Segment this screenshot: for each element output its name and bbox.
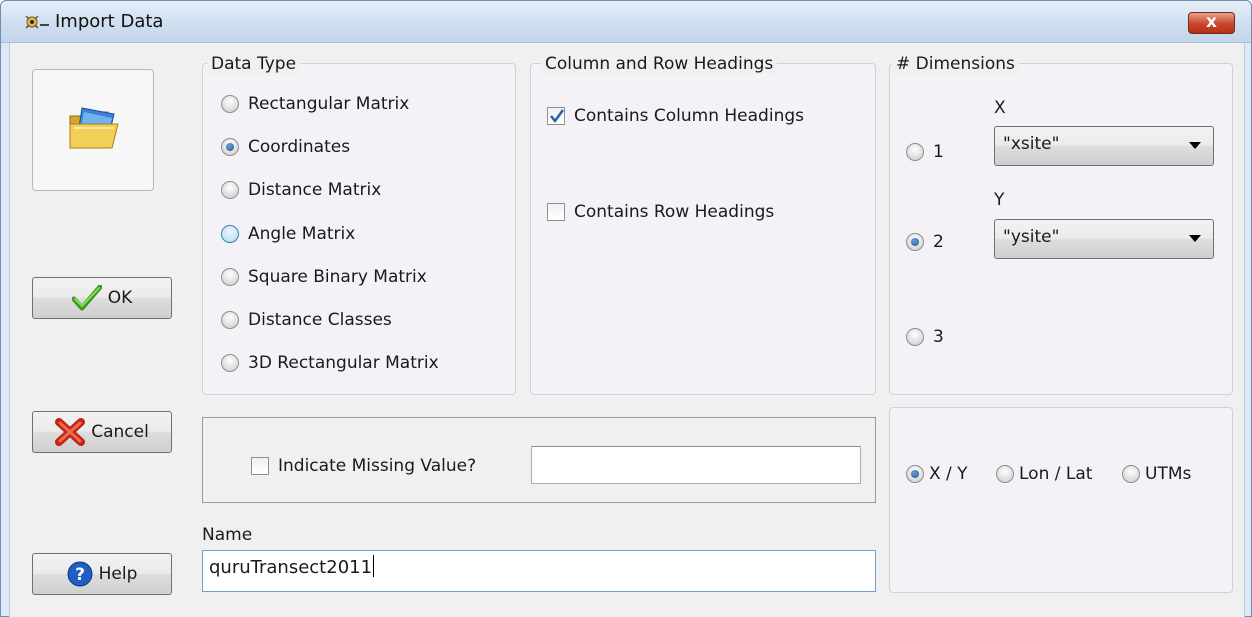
help-button[interactable]: ? Help bbox=[32, 553, 172, 595]
radio-label: 3 bbox=[933, 327, 944, 347]
missing-value-input[interactable] bbox=[531, 446, 861, 484]
radio-button[interactable] bbox=[221, 268, 239, 286]
radio-button[interactable] bbox=[221, 354, 239, 372]
folder-icon bbox=[68, 106, 122, 157]
dimensions-group: # Dimensions 1 2 3 X "xsite" Y "ysite" bbox=[889, 54, 1233, 395]
coordinate-system-group: X / Y Lon / Lat UTMs bbox=[889, 407, 1233, 593]
radio-square-binary-matrix[interactable]: Square Binary Matrix bbox=[221, 267, 427, 287]
cancel-button[interactable]: Cancel bbox=[32, 411, 172, 453]
radio-button[interactable] bbox=[906, 328, 924, 346]
radio-label: Angle Matrix bbox=[248, 224, 356, 244]
chevron-down-icon bbox=[1189, 235, 1201, 242]
radio-button[interactable] bbox=[221, 311, 239, 329]
checkbox[interactable] bbox=[547, 203, 565, 221]
checkmark-icon bbox=[550, 109, 565, 124]
missing-value-group: Indicate Missing Value? bbox=[202, 417, 876, 503]
import-data-window: Import Data x OK Cancel ? Help Data Type… bbox=[0, 0, 1252, 617]
select-value: "xsite" bbox=[1003, 134, 1060, 154]
radio-button[interactable] bbox=[1122, 465, 1140, 483]
open-file-button[interactable] bbox=[32, 69, 154, 191]
radio-label: Lon / Lat bbox=[1019, 464, 1093, 484]
y-label: Y bbox=[994, 190, 1005, 210]
name-label: Name bbox=[202, 525, 253, 545]
dialog-body: OK Cancel ? Help Data Type Rectangular M… bbox=[9, 43, 1245, 617]
radio-xy[interactable]: X / Y bbox=[906, 464, 968, 484]
checkmark-icon bbox=[71, 285, 102, 311]
radio-label: Rectangular Matrix bbox=[248, 94, 410, 114]
headings-group: Column and Row Headings Contains Column … bbox=[530, 54, 876, 395]
radio-label: UTMs bbox=[1145, 464, 1192, 484]
name-input[interactable]: quruTransect2011 bbox=[202, 550, 876, 592]
title-bar: Import Data x bbox=[1, 1, 1251, 43]
radio-label: 1 bbox=[933, 142, 944, 162]
name-input-value: quruTransect2011 bbox=[209, 557, 373, 578]
close-button[interactable]: x bbox=[1188, 12, 1235, 34]
indicate-missing-value-checkbox[interactable]: Indicate Missing Value? bbox=[251, 456, 476, 476]
radio-button[interactable] bbox=[996, 465, 1014, 483]
help-icon: ? bbox=[67, 561, 93, 587]
dimensions-legend: # Dimensions bbox=[892, 54, 1019, 74]
radio-label: Coordinates bbox=[248, 137, 351, 157]
x-column-select[interactable]: "xsite" bbox=[994, 126, 1214, 166]
data-type-group: Data Type Rectangular Matrix Coordinates… bbox=[202, 54, 516, 395]
contains-column-headings-checkbox[interactable]: Contains Column Headings bbox=[547, 106, 804, 126]
radio-label: 3D Rectangular Matrix bbox=[248, 353, 439, 373]
select-value: "ysite" bbox=[1003, 227, 1060, 247]
radio-coordinates[interactable]: Coordinates bbox=[221, 137, 350, 157]
radio-label: Distance Matrix bbox=[248, 180, 382, 200]
checkbox[interactable] bbox=[547, 107, 565, 125]
radio-label: Square Binary Matrix bbox=[248, 267, 427, 287]
checkbox[interactable] bbox=[251, 457, 269, 475]
radio-dimensions-3[interactable]: 3 bbox=[906, 327, 944, 347]
radio-button[interactable] bbox=[906, 143, 924, 161]
checkbox-label: Contains Row Headings bbox=[574, 202, 775, 222]
data-type-legend: Data Type bbox=[207, 54, 301, 74]
radio-button[interactable] bbox=[906, 233, 924, 251]
radio-angle-matrix[interactable]: Angle Matrix bbox=[221, 224, 355, 244]
app-icon bbox=[23, 12, 51, 32]
checkbox-label: Indicate Missing Value? bbox=[278, 456, 477, 476]
text-cursor bbox=[373, 555, 375, 577]
help-button-label: Help bbox=[98, 564, 138, 584]
close-icon: x bbox=[1206, 12, 1217, 32]
radio-button[interactable] bbox=[221, 225, 239, 243]
radio-utms[interactable]: UTMs bbox=[1122, 464, 1191, 484]
checkbox-label: Contains Column Headings bbox=[574, 106, 804, 126]
radio-button[interactable] bbox=[906, 465, 924, 483]
radio-distance-classes[interactable]: Distance Classes bbox=[221, 310, 392, 330]
y-column-select[interactable]: "ysite" bbox=[994, 219, 1214, 259]
radio-distance-matrix[interactable]: Distance Matrix bbox=[221, 180, 381, 200]
radio-label: Distance Classes bbox=[248, 310, 392, 330]
contains-row-headings-checkbox[interactable]: Contains Row Headings bbox=[547, 202, 774, 222]
radio-label: X / Y bbox=[929, 464, 968, 484]
cancel-button-label: Cancel bbox=[91, 422, 149, 442]
radio-button[interactable] bbox=[221, 95, 239, 113]
svg-text:?: ? bbox=[75, 565, 85, 585]
chevron-down-icon bbox=[1189, 142, 1201, 149]
radio-rectangular-matrix[interactable]: Rectangular Matrix bbox=[221, 94, 409, 114]
radio-dimensions-1[interactable]: 1 bbox=[906, 142, 944, 162]
radio-3d-rectangular-matrix[interactable]: 3D Rectangular Matrix bbox=[221, 353, 439, 373]
ok-button[interactable]: OK bbox=[32, 277, 172, 319]
radio-lon-lat[interactable]: Lon / Lat bbox=[996, 464, 1092, 484]
red-x-icon bbox=[55, 418, 86, 446]
ok-button-label: OK bbox=[107, 288, 133, 308]
window-title: Import Data bbox=[55, 11, 164, 32]
radio-label: 2 bbox=[933, 232, 944, 252]
radio-button[interactable] bbox=[221, 181, 239, 199]
radio-button[interactable] bbox=[221, 138, 239, 156]
headings-legend: Column and Row Headings bbox=[541, 54, 778, 74]
x-label: X bbox=[994, 98, 1006, 118]
radio-dimensions-2[interactable]: 2 bbox=[906, 232, 944, 252]
